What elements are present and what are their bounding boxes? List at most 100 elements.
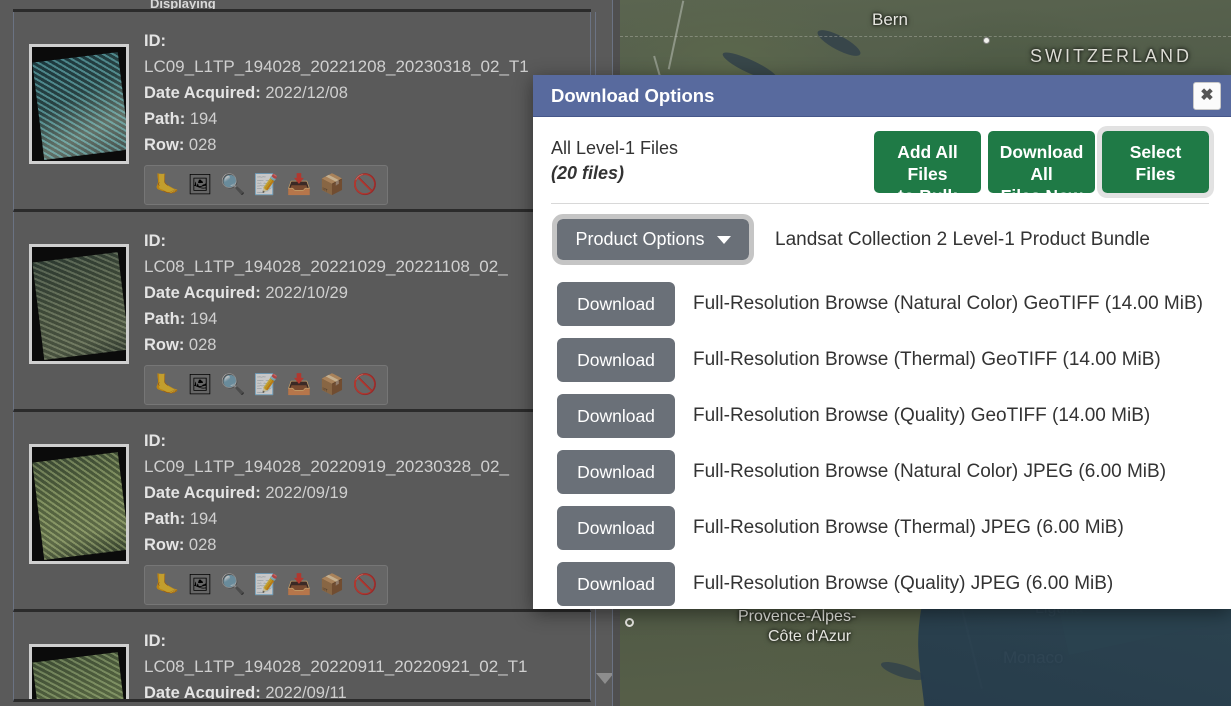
scene-metadata: ID: LC09_L1TP_194028_20220919_20230328_02… [144,426,590,609]
download-options-dialog: Download Options ✖ All Level-1 Files (20… [533,75,1231,609]
download-row: Download Full-Resolution Browse (Quality)… [551,392,1209,440]
add-all-files-to-bulk-button[interactable]: Add All Files to Bulk [874,131,981,206]
scene-id-line: ID: [144,628,590,654]
scene-image [32,652,126,699]
download-button[interactable]: Download [557,338,675,382]
download-item-label: Full-Resolution Browse (Natural Color) J… [693,461,1167,482]
download-row: Download Full-Resolution Browse (Thermal)… [551,336,1209,384]
download-row: Download Full-Resolution Browse (Natural … [551,448,1209,496]
row-value-line: Row: 028 [144,332,590,358]
scene-image [32,52,126,160]
dialog-body: All Level-1 Files (20 files) Add All Fil… [533,117,1231,609]
files-count: (20 files) [551,163,625,183]
add-all-line2: to Bulk [897,186,958,206]
download-icon[interactable]: 📥 [286,372,312,398]
row-value: 028 [184,336,217,354]
bulk-actions-row: All Level-1 Files (20 files) Add All Fil… [551,127,1213,206]
download-icon[interactable]: 📥 [286,572,312,598]
scene-result-card[interactable]: ID: LC09_L1TP_194028_20220919_20230328_02… [13,412,591,612]
bulk-download-icon[interactable]: 📦 [319,372,345,398]
exclude-scene-icon[interactable]: 🚫 [352,372,378,398]
download-button[interactable]: Download [557,282,675,326]
metadata-search-icon[interactable]: 🔍 [220,372,246,398]
scene-thumbnail-wrapper [14,626,144,699]
row-label: Row: [144,336,185,354]
map-city-dot-marseille [625,618,634,627]
product-options-dropdown[interactable]: Product Options [552,214,754,265]
footprint-icon[interactable]: 🦶 [154,172,180,198]
scene-thumbnail[interactable] [29,44,129,164]
download-item-label: Full-Resolution Browse (Natural Color) G… [693,293,1203,314]
download-button[interactable]: Download [557,450,675,494]
level-label: All Level-1 Files [551,138,679,158]
scene-thumbnail-wrapper [14,226,144,409]
bulk-download-icon[interactable]: 📦 [319,172,345,198]
scene-thumbnail[interactable] [29,444,129,564]
scene-result-card[interactable]: ID: LC08_L1TP_194028_20220911_20220921_02… [13,612,591,702]
scene-id-label: ID: [144,632,166,650]
earthexplorer-app: Bern SWITZERLAND Provence-Alpes- Côte d'… [0,0,1231,706]
row-value: 028 [184,136,217,154]
browse-overlay-icon[interactable]: 🖼 [187,572,213,598]
scene-id-label: ID: [144,432,166,450]
path-label: Path: [144,310,186,328]
compare-notes-icon[interactable]: 📝 [253,572,279,598]
select-files-button[interactable]: Select Files [1098,127,1213,197]
scene-id-value: LC09_L1TP_194028_20220919_20230328_02_ [144,457,509,476]
compare-notes-icon[interactable]: 📝 [253,372,279,398]
path-value-line: Path: 194 [144,306,590,332]
bulk-download-icon[interactable]: 📦 [319,572,345,598]
date-acquired-value: 2022/10/29 [260,284,348,302]
row-label: Row: [144,536,185,554]
path-value-line: Path: 194 [144,106,590,132]
compare-notes-icon[interactable]: 📝 [253,172,279,198]
close-icon[interactable]: ✖ [1193,81,1221,110]
scene-thumbnail-wrapper [14,26,144,209]
scene-results-list[interactable]: ID: LC09_L1TP_194028_20221208_20230318_02… [0,12,596,706]
date-acquired-label: Date Acquired: [144,684,261,702]
download-all-line2: Files Now [1000,186,1083,206]
scene-result-card[interactable]: ID: LC09_L1TP_194028_20221208_20230318_02… [13,12,591,212]
download-all-files-now-button[interactable]: Download All Files Now [988,131,1095,206]
download-rows-list: Download Full-Resolution Browse (Natural … [551,280,1209,608]
date-acquired-value-line: Date Acquired: 2022/09/19 [144,480,590,506]
download-button[interactable]: Download [557,506,675,550]
path-value-line: Path: 194 [144,506,590,532]
metadata-search-icon[interactable]: 🔍 [220,572,246,598]
download-item-label: Full-Resolution Browse (Quality) GeoTIFF… [693,405,1151,426]
scene-id-line: ID: [144,228,590,254]
scene-id-line: ID: [144,428,590,454]
scene-id-value: LC09_L1TP_194028_20221208_20230318_02_T1 [144,57,529,76]
download-row: Download Full-Resolution Browse (Natural … [551,280,1209,328]
download-button[interactable]: Download [557,394,675,438]
date-acquired-value: 2022/09/11 [260,684,347,702]
date-acquired-label: Date Acquired: [144,84,261,102]
download-item-label: Full-Resolution Browse (Thermal) GeoTIFF… [693,349,1161,370]
scene-thumbnail[interactable] [29,244,129,364]
scene-metadata: ID: LC09_L1TP_194028_20221208_20230318_02… [144,26,590,209]
footprint-icon[interactable]: 🦶 [154,572,180,598]
scene-image [32,252,126,360]
path-value: 194 [185,510,218,528]
scene-result-card[interactable]: ID: LC08_L1TP_194028_20221029_20221108_02… [13,212,591,412]
exclude-scene-icon[interactable]: 🚫 [352,572,378,598]
browse-overlay-icon[interactable]: 🖼 [187,372,213,398]
scene-thumbnail[interactable] [29,644,129,699]
scene-id-label: ID: [144,32,166,50]
scene-metadata: ID: LC08_L1TP_194028_20220911_20220921_02… [144,626,590,699]
add-all-line1: Add All Files [897,142,958,184]
path-value: 194 [185,110,218,128]
download-item-label: Full-Resolution Browse (Thermal) JPEG (6… [693,517,1124,538]
exclude-scene-icon[interactable]: 🚫 [352,172,378,198]
path-value: 194 [185,310,218,328]
scene-id-value: LC08_L1TP_194028_20221029_20221108_02_ [144,257,508,276]
download-icon[interactable]: 📥 [286,172,312,198]
metadata-search-icon[interactable]: 🔍 [220,172,246,198]
scene-id-value: LC08_L1TP_194028_20220911_20220921_02_T1 [144,657,528,676]
download-button[interactable]: Download [557,562,675,606]
row-value-line: Row: 028 [144,132,590,158]
scene-thumbnail-wrapper [14,426,144,609]
browse-overlay-icon[interactable]: 🖼 [187,172,213,198]
footprint-icon[interactable]: 🦶 [154,372,180,398]
date-acquired-label: Date Acquired: [144,284,261,302]
